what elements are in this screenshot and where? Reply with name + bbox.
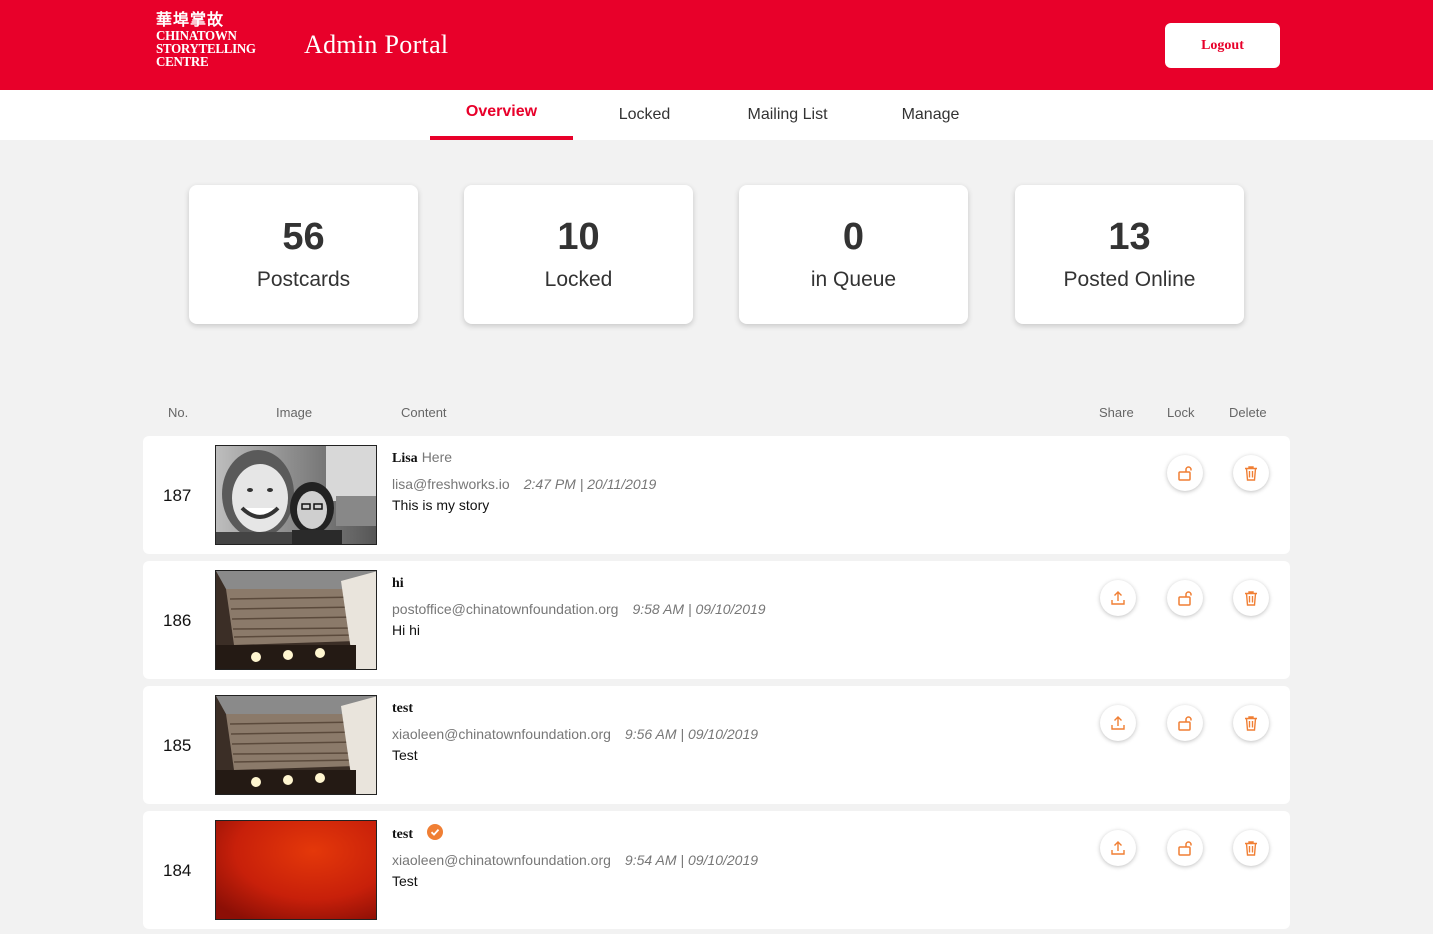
author-email: xiaoleen@chinatownfoundation.org: [392, 852, 611, 868]
unlock-icon: [1178, 466, 1192, 481]
delete-button[interactable]: [1233, 830, 1269, 866]
row-number: 184: [163, 861, 192, 880]
stat-label: Posted Online: [1063, 268, 1196, 291]
lock-button[interactable]: [1167, 580, 1203, 616]
table-row: 184 test xiaoleen@chinatownfoundation.or…: [143, 811, 1290, 929]
submission-date: 9:54 AM | 09/10/2019: [624, 852, 759, 868]
story-text: Test: [392, 873, 418, 889]
tab-overview[interactable]: Overview: [430, 90, 573, 140]
lock-button[interactable]: [1167, 455, 1203, 491]
chinatown-storytelling-centre-logo[interactable]: 華埠掌故 CHINATOWN STORYTELLING CENTRE: [156, 12, 282, 68]
check-circle-icon: [427, 824, 443, 840]
author-first-name: test: [392, 701, 413, 716]
stat-card-posted-online: 13 Posted Online: [1015, 185, 1244, 324]
lock-button[interactable]: [1167, 830, 1203, 866]
author-first-name: test: [392, 827, 413, 842]
story-text: Hi hi: [392, 622, 421, 638]
submission-date: 9:56 AM | 09/10/2019: [624, 726, 759, 742]
column-header-content: Content: [401, 405, 447, 420]
author-first-name: Lisa: [392, 451, 418, 466]
stat-label: in Queue: [810, 268, 897, 291]
column-header-image: Image: [276, 405, 313, 420]
row-number: 186: [163, 611, 192, 630]
tab-bar: Overview Locked Mailing List Manage: [0, 90, 1433, 140]
stat-label: Postcards: [256, 268, 351, 291]
unlock-icon: [1178, 841, 1192, 856]
share-upload-icon: [1111, 591, 1125, 605]
submission-date: 2:47 PM | 20/11/2019: [523, 476, 657, 492]
story-text: This is my story: [392, 497, 490, 513]
row-number: 185: [163, 736, 192, 755]
author-first-name: hi: [392, 576, 404, 591]
submission-date: 9:58 AM | 09/10/2019: [632, 601, 766, 617]
delete-button[interactable]: [1233, 705, 1269, 741]
share-upload-icon: [1111, 841, 1125, 855]
top-header: 華埠掌故 CHINATOWN STORYTELLING CENTRE Admin…: [0, 0, 1433, 90]
author-email: postoffice@chinatownfoundation.org: [392, 601, 619, 617]
share-button[interactable]: [1100, 705, 1136, 741]
column-header-no: No.: [168, 405, 189, 420]
logo-chinese-text: 華埠掌故: [156, 12, 225, 29]
stat-card-in-queue: 0 in Queue: [739, 185, 968, 324]
stat-label: Locked: [544, 268, 613, 291]
table-row: 185 test xiaoleen@chinatownfoundation.or…: [143, 686, 1290, 804]
unlock-icon: [1178, 591, 1192, 606]
trash-icon: [1245, 716, 1257, 731]
postcard-thumbnail-red[interactable]: [215, 820, 377, 920]
postcard-thumbnail-wood-ceiling[interactable]: [215, 695, 377, 795]
page-title: Admin Portal: [304, 30, 449, 59]
stat-value: 13: [1108, 216, 1151, 258]
postcard-thumbnail-selfie[interactable]: [215, 445, 377, 545]
column-header-share: Share: [1099, 405, 1134, 420]
table-row: 186 hi postoffice@chinatownfoundation.or…: [143, 561, 1290, 679]
postcard-content: test xiaoleen@chinatownfoundation.org 9:5…: [392, 824, 758, 889]
trash-icon: [1245, 841, 1257, 856]
trash-icon: [1245, 591, 1257, 606]
postcard-content: hi postoffice@chinatownfoundation.org 9:5…: [392, 574, 766, 638]
tab-manage[interactable]: Manage: [859, 90, 1002, 140]
share-button[interactable]: [1100, 580, 1136, 616]
stat-value: 10: [557, 216, 600, 258]
tab-mailing-list[interactable]: Mailing List: [716, 90, 859, 140]
stat-value: 0: [842, 216, 865, 258]
tab-locked[interactable]: Locked: [573, 90, 716, 140]
story-text: Test: [392, 747, 418, 763]
share-upload-icon: [1111, 716, 1125, 730]
author-email: lisa@freshworks.io: [392, 476, 510, 492]
row-number: 187: [163, 486, 192, 505]
share-button[interactable]: [1100, 830, 1136, 866]
delete-button[interactable]: [1233, 580, 1269, 616]
column-header-delete: Delete: [1229, 405, 1267, 420]
unlock-icon: [1178, 716, 1192, 731]
stat-value: 56: [282, 216, 325, 258]
logout-button[interactable]: Logout: [1165, 23, 1280, 68]
postcard-content: Lisa Here lisa@freshworks.io 2:47 PM | 20/…: [392, 449, 656, 513]
table-row: 187 Lisa Here lisa@freshworks.io 2:47 PM |…: [143, 436, 1290, 554]
author-email: xiaoleen@chinatownfoundation.org: [392, 726, 611, 742]
column-header-lock: Lock: [1167, 405, 1195, 420]
delete-button[interactable]: [1233, 455, 1269, 491]
stat-card-postcards: 56 Postcards: [189, 185, 418, 324]
author-last-name: Here: [421, 449, 453, 465]
lock-button[interactable]: [1167, 705, 1203, 741]
trash-icon: [1245, 466, 1257, 481]
postcard-content: test xiaoleen@chinatownfoundation.org 9:5…: [392, 699, 758, 763]
stat-card-locked: 10 Locked: [464, 185, 693, 324]
postcard-thumbnail-wood-ceiling[interactable]: [215, 570, 377, 670]
logo-line-3: CENTRE: [156, 53, 209, 70]
